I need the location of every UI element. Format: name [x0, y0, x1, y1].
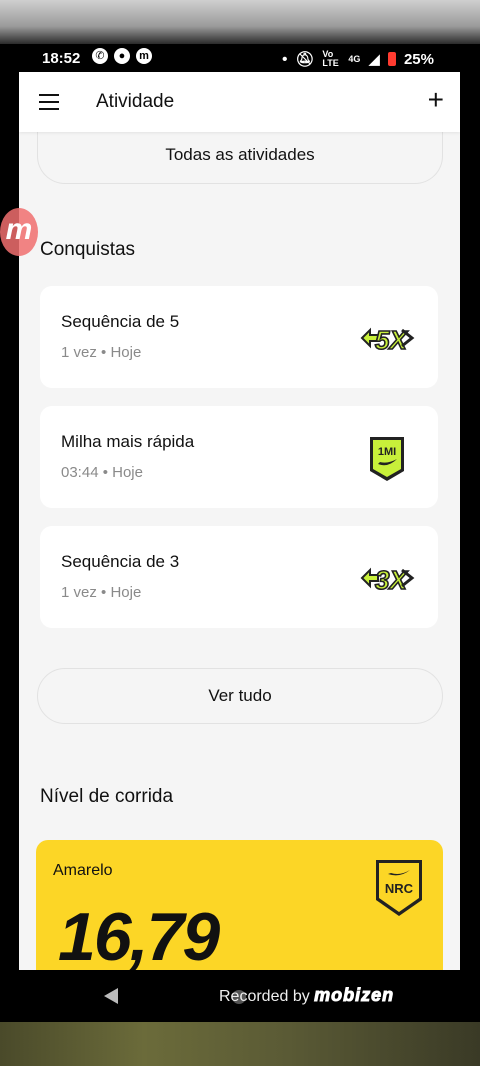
- running-level-card[interactable]: Amarelo 16,79 NRC: [36, 840, 443, 970]
- all-activities-button[interactable]: Todas as atividades: [37, 126, 443, 184]
- level-name: Amarelo: [53, 862, 113, 879]
- svg-text:1MI: 1MI: [378, 446, 396, 458]
- achievement-card-streak-3[interactable]: Sequência de 3 1 vez • Hoje 3X: [40, 526, 438, 628]
- mute-icon: 🔕︎: [295, 51, 315, 68]
- app-content: Atividade + Todas as atividades Conquist…: [19, 72, 460, 970]
- streak-5x-badge-icon: 5X: [360, 324, 415, 356]
- backdrop-top: [0, 0, 480, 44]
- achievement-title: Sequência de 5: [61, 312, 180, 331]
- achievements-title: Conquistas: [40, 239, 136, 260]
- achievement-card-streak-5[interactable]: Sequência de 5 1 vez • Hoje 5X: [40, 286, 438, 388]
- phone-screen: 18:52 ✆ ● m • 🔕︎ Vo LTE 4G ◢ 25% Ativida…: [0, 44, 480, 1022]
- level-value: 16,79: [58, 899, 220, 970]
- mobizen-watermark-icon[interactable]: m: [0, 208, 38, 256]
- mobizen-logo: mobizen: [314, 985, 395, 1006]
- running-level-title: Nível de corrida: [40, 786, 174, 807]
- nrc-badge-icon: NRC: [376, 860, 422, 916]
- page-title: Atividade: [96, 91, 175, 112]
- see-all-button[interactable]: Ver tudo: [37, 668, 443, 724]
- recorded-by-text: Recorded by: [219, 988, 310, 1005]
- backdrop-bottom: [0, 1022, 480, 1066]
- achievement-subtitle: 03:44 • Hoje: [61, 464, 143, 481]
- add-icon[interactable]: +: [428, 86, 444, 114]
- recorded-by-label: Recorded by mobizen: [219, 985, 394, 1006]
- back-icon[interactable]: [104, 988, 118, 1004]
- status-right: • 🔕︎ Vo LTE 4G ◢ 25%: [282, 49, 434, 69]
- mobizen-icon: m: [136, 48, 152, 64]
- svg-text:NRC: NRC: [385, 881, 414, 896]
- achievement-title: Milha mais rápida: [61, 432, 195, 451]
- hamburger-menu-icon[interactable]: [39, 94, 59, 110]
- navigation-bar: Recorded by mobizen: [0, 970, 480, 1022]
- achievement-title: Sequência de 3: [61, 552, 180, 571]
- status-bar: 18:52 ✆ ● m • 🔕︎ Vo LTE 4G ◢ 25%: [0, 44, 480, 72]
- achievement-card-fastest-mile[interactable]: Milha mais rápida 03:44 • Hoje 1MI: [40, 406, 438, 508]
- notification-icons: ✆ ● m: [92, 48, 152, 64]
- streak-3x-badge-icon: 3X: [360, 564, 415, 596]
- volte-label: Vo LTE: [322, 49, 339, 68]
- network-4g-label: 4G: [348, 53, 361, 64]
- status-time: 18:52: [42, 50, 81, 67]
- app-bar: Atividade +: [19, 72, 460, 132]
- dot-icon: •: [282, 50, 288, 68]
- fastest-mile-badge-icon: 1MI: [370, 437, 404, 481]
- chat-icon: ●: [114, 48, 130, 64]
- achievement-subtitle: 1 vez • Hoje: [61, 584, 142, 601]
- achievement-subtitle: 1 vez • Hoje: [61, 344, 142, 361]
- battery-percent: 25%: [403, 50, 434, 68]
- battery-icon: [387, 52, 396, 66]
- whatsapp-icon: ✆: [92, 48, 108, 64]
- signal-icon: ◢: [368, 51, 380, 68]
